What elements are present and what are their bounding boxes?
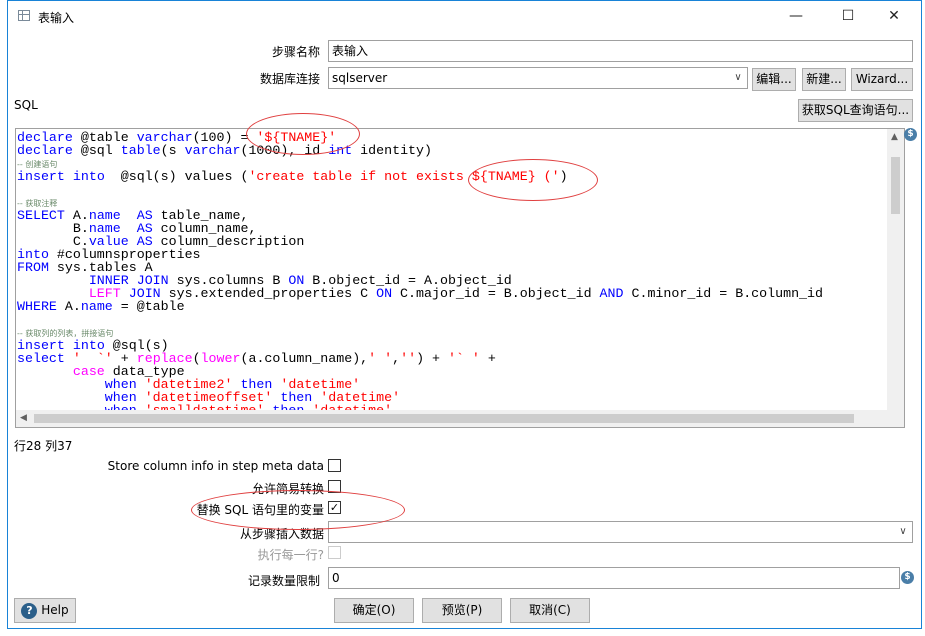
code-token: ON [376,286,393,301]
execute-each-row-checkbox[interactable] [328,546,341,559]
code-token: C.minor_id = B.column_id [623,286,823,301]
maximize-button[interactable]: ☐ [828,4,868,28]
dialog-window: 表输入 — ☐ ✕ 步骤名称 表输入 数据库连接 sqlserver ∨ 编辑..… [7,0,922,629]
code-token: varchar [184,143,241,158]
minimize-button[interactable]: — [776,4,816,28]
scroll-up-icon[interactable]: ▲ [891,132,898,142]
step-name-input[interactable]: 表输入 [328,40,913,62]
code-token: 创建语句 [25,160,58,169]
store-column-info-label: Store column info in step meta data [107,459,324,473]
code-token: ( [192,351,201,366]
close-button[interactable]: ✕ [874,4,914,28]
chevron-down-icon[interactable]: ∨ [894,522,912,542]
vertical-scrollbar[interactable]: ▲ [887,129,904,412]
new-connection-button[interactable]: 新建... [802,68,846,91]
code-token: + [479,351,496,366]
code-token: A. [56,299,81,314]
annotation-circle [468,159,598,201]
limit-input[interactable]: 0 [328,567,900,589]
edit-connection-button[interactable]: 编辑... [752,68,796,91]
code-token: sys.extended_properties C [160,286,377,301]
preview-button[interactable]: 预览(P) [422,598,502,623]
title-bar: 表输入 — ☐ ✕ [8,1,921,31]
code-line: insert into @sql(s) values ('create tabl… [17,170,823,183]
code-token: , [392,351,401,366]
code-token: 获取列的列表，拼接语句 [25,329,114,338]
insert-from-step-select[interactable]: ∨ [328,521,913,543]
db-connection-label: 数据库连接 [259,72,320,86]
limit-label: 记录数量限制 [247,574,320,588]
code-token: table [120,143,161,158]
dollar-variable-icon: $ [904,128,917,141]
sql-editor[interactable]: declare @table varchar(100) = '${TNAME}'… [15,128,905,428]
code-token: @sql(s) values ( [104,169,249,184]
store-column-info-checkbox[interactable] [328,459,341,472]
vertical-scroll-thumb[interactable] [891,157,900,214]
help-button[interactable]: ? Help [14,598,76,623]
cancel-button[interactable]: 取消(C) [510,598,590,623]
code-line: WHERE A.name = @table [17,300,823,313]
code-token: lower [200,351,241,366]
code-line: declare @sql table(s varchar(1000), id i… [17,144,823,157]
code-token: @sql [72,143,121,158]
table-input-icon [18,10,30,21]
ok-button[interactable]: 确定(O) [334,598,414,623]
question-circle-icon: ? [21,602,38,619]
cursor-position: 行28 列37 [14,439,73,453]
horizontal-scroll-thumb[interactable] [34,414,854,423]
scroll-left-icon[interactable]: ◀ [20,413,27,423]
sql-code[interactable]: declare @table varchar(100) = '${TNAME}'… [17,131,823,417]
dollar-variable-icon: $ [901,571,914,584]
annotation-circle [191,490,405,530]
db-connection-value: sqlserver [332,71,388,85]
horizontal-scrollbar[interactable]: ◀ [16,410,904,427]
code-token: = @table [112,299,185,314]
code-token: (a.column_name), [240,351,369,366]
code-token: ) + [416,351,448,366]
sql-label: SQL [14,98,38,112]
code-token: 获取注释 [25,199,58,208]
help-label: Help [41,603,69,617]
code-token: '` ' [447,351,480,366]
wizard-button[interactable]: Wizard... [851,68,913,91]
execute-each-row-label: 执行每一行? [257,548,324,562]
code-token: '' [400,351,417,366]
chevron-down-icon[interactable]: ∨ [729,68,747,88]
get-sql-button[interactable]: 获取SQL查询语句... [798,99,913,122]
code-token: (s [160,143,185,158]
annotation-circle [246,113,360,155]
code-token: name [80,299,113,314]
code-token: into [72,169,105,184]
code-token: C.major_id = B.object_id [392,286,600,301]
code-token: identity) [352,143,432,158]
code-token: ' ' [368,351,393,366]
code-token: insert [17,169,65,184]
db-connection-select[interactable]: sqlserver ∨ [328,67,748,89]
code-token: AND [599,286,624,301]
code-token: declare [17,143,73,158]
code-token: WHERE [17,299,57,314]
step-name-label: 步骤名称 [271,45,320,59]
window-title: 表输入 [38,11,75,25]
